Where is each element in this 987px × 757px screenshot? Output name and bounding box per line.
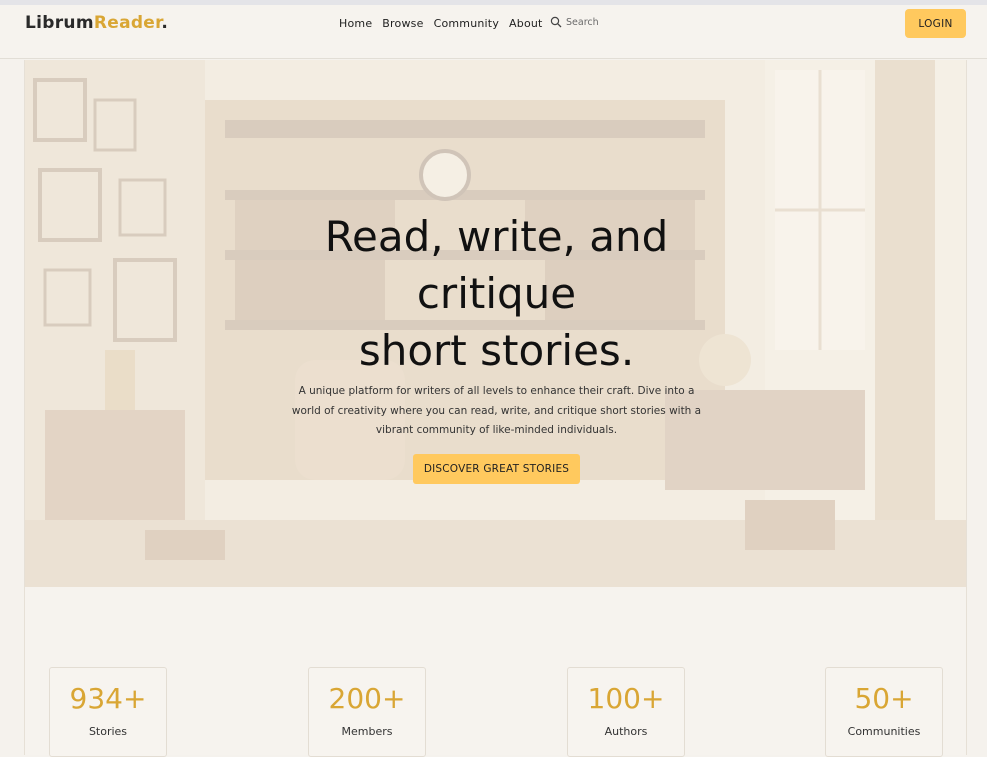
login-button[interactable]: LOGIN xyxy=(905,9,966,38)
hero-title-line-1: Read, write, and xyxy=(324,212,669,261)
nav-link-community[interactable]: Community xyxy=(434,17,499,30)
stats-section: 934+ Stories 200+ Members 100+ Authors 5… xyxy=(24,587,967,757)
search-box xyxy=(550,16,646,28)
stat-label: Members xyxy=(341,725,393,738)
hero-title-line-2: critique xyxy=(416,269,577,318)
stat-label: Stories xyxy=(88,725,128,738)
stat-card-members: 200+ Members xyxy=(308,667,426,757)
stat-card-communities: 50+ Communities xyxy=(825,667,943,757)
search-input[interactable] xyxy=(566,16,646,28)
stat-label: Communities xyxy=(847,725,921,738)
stat-value: 50+ xyxy=(854,682,914,715)
stat-card-stories: 934+ Stories xyxy=(49,667,167,757)
hero-section: Read, write, and critique short stories.… xyxy=(24,60,967,587)
nav-link-browse[interactable]: Browse xyxy=(382,17,423,30)
hero-description: A unique platform for writers of all lev… xyxy=(291,385,702,436)
stat-value: 200+ xyxy=(328,682,406,715)
hero-title-line-3: short stories. xyxy=(358,326,635,375)
stat-card-authors: 100+ Authors xyxy=(567,667,685,757)
stat-value: 934+ xyxy=(69,682,147,715)
stat-label: Authors xyxy=(604,725,648,738)
brand-logo-part1: Librum xyxy=(25,13,94,33)
hero-title: Read, write, and critique short stories. xyxy=(25,208,966,379)
stat-value: 100+ xyxy=(587,682,665,715)
brand-logo-dot: . xyxy=(161,13,169,33)
main-nav: Home Browse Community About xyxy=(339,17,553,30)
nav-link-home[interactable]: Home xyxy=(339,17,372,30)
brand-logo[interactable]: LibrumReader. xyxy=(25,13,168,33)
discover-stories-button[interactable]: DISCOVER GREAT STORIES xyxy=(413,454,580,484)
nav-link-about[interactable]: About xyxy=(509,17,543,30)
brand-logo-part2: Reader xyxy=(93,13,162,33)
navbar: LibrumReader. Home Browse Community Abou… xyxy=(0,5,987,59)
search-icon[interactable] xyxy=(550,16,562,28)
